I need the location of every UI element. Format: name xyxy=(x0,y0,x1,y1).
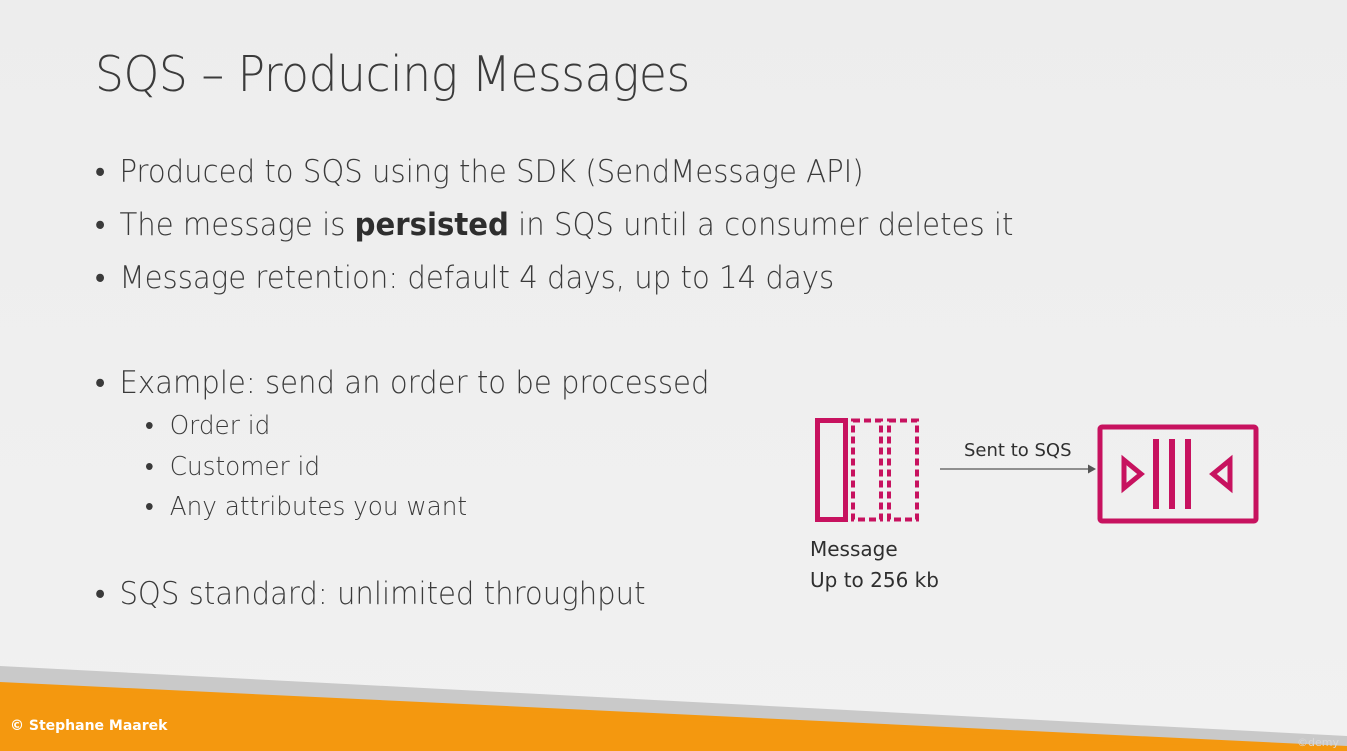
footer-band xyxy=(0,666,1347,751)
copyright-text: © Stephane Maarek xyxy=(10,718,168,734)
slide: SQS – Producing Messages • Produced to SQ… xyxy=(0,0,1347,751)
watermark: ©demy xyxy=(1297,736,1339,749)
